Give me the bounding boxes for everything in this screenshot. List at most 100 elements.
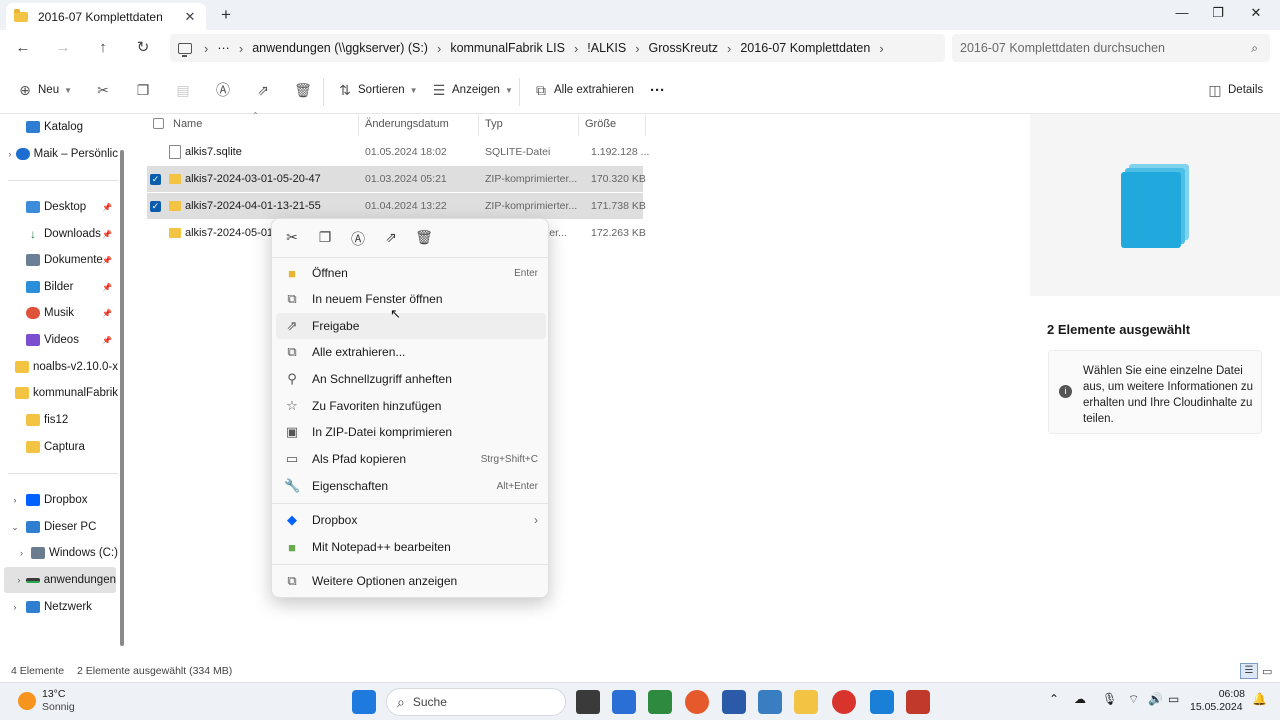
maximize-button[interactable]: ❐ xyxy=(1200,3,1236,23)
menu-item-open-new-window[interactable]: ⧉ In neuem Fenster öffnen xyxy=(276,286,546,312)
rename-icon[interactable]: Ⓐ xyxy=(348,229,368,249)
sidebar-item-dropbox[interactable]: › Dropbox xyxy=(0,487,118,513)
menu-item-add-favorites[interactable]: ☆ Zu Favoriten hinzufügen xyxy=(276,393,546,419)
share-button[interactable]: ⇗ xyxy=(254,80,272,100)
chevron-down-icon[interactable]: ⌄ xyxy=(8,522,22,533)
refresh-icon[interactable]: ↻ xyxy=(132,38,154,58)
sidebar-item-windows-c[interactable]: › Windows (C:) xyxy=(0,540,118,566)
weather-temp[interactable]: 13°C xyxy=(42,688,65,700)
app-icon[interactable] xyxy=(648,690,672,714)
menu-item-extract-all[interactable]: ⧉ Alle extrahieren... xyxy=(276,339,546,365)
paste-button[interactable]: ▤ xyxy=(174,80,192,100)
menu-item-open[interactable]: ■ Öffnen Enter xyxy=(276,260,546,286)
sidebar-item-downloads[interactable]: ↓ Downloads 📌 xyxy=(0,221,118,247)
cloud-icon[interactable]: ☁ xyxy=(1074,692,1086,706)
extract-all-button[interactable]: ⧉ Alle extrahieren xyxy=(532,80,634,100)
cut-button[interactable]: ✂ xyxy=(94,80,112,100)
tab-active[interactable]: 2016-07 Komplettdaten ✕ xyxy=(6,3,206,30)
notes-app-icon[interactable] xyxy=(758,690,782,714)
details-button[interactable]: ◫ Details xyxy=(1206,80,1263,100)
menu-item-properties[interactable]: 🔧 Eigenschaften Alt+Enter xyxy=(276,473,546,499)
new-button[interactable]: ⊕ Neu ▼ xyxy=(16,80,72,100)
sidebar-item-netzwerk[interactable]: › Netzwerk xyxy=(0,594,118,620)
weather-text[interactable]: Sonnig xyxy=(42,701,75,713)
store-icon[interactable] xyxy=(612,690,636,714)
chevron-right-icon[interactable]: › xyxy=(8,149,12,159)
close-button[interactable]: ✕ xyxy=(1238,3,1274,23)
sidebar-item-bilder[interactable]: Bilder 📌 xyxy=(0,274,118,300)
clock-date[interactable]: 15.05.2024 xyxy=(1190,701,1243,713)
windows-start-icon[interactable] xyxy=(352,690,376,714)
sidebar-item-musik[interactable]: Musik 📌 xyxy=(0,300,118,326)
tab-close-icon[interactable]: ✕ xyxy=(182,9,198,25)
table-row[interactable]: ✓ alkis7-2024-04-01-13-21-55 01.04.2024 … xyxy=(147,193,646,219)
breadcrumb-overflow[interactable]: ··· xyxy=(217,41,230,55)
file-explorer-icon[interactable] xyxy=(794,690,818,714)
details-view-icon[interactable]: ☰ xyxy=(1240,663,1258,679)
select-all-checkbox[interactable] xyxy=(153,118,164,129)
menu-item-more-options[interactable]: ⧉ Weitere Optionen anzeigen xyxy=(276,568,546,594)
sidebar-item-captura[interactable]: Captura xyxy=(0,434,118,460)
tiles-view-icon[interactable]: ▭ xyxy=(1262,665,1272,678)
row-checkbox[interactable]: ✓ xyxy=(150,173,161,185)
search-input[interactable]: 2016-07 Komplettdaten durchsuchen ⌕ xyxy=(952,34,1270,62)
sidebar-item-noalbs[interactable]: noalbs-v2.10.0-x xyxy=(0,354,118,380)
column-header-size[interactable]: Größe xyxy=(585,118,616,130)
column-divider[interactable] xyxy=(578,114,579,136)
vscode-icon[interactable] xyxy=(870,690,894,714)
table-row[interactable]: ✓ alkis7-2024-03-01-05-20-47 01.03.2024 … xyxy=(147,166,646,192)
task-view-icon[interactable] xyxy=(576,690,600,714)
microphone-icon[interactable]: 🎙 xyxy=(1102,692,1117,706)
column-header-date[interactable]: Änderungsdatum xyxy=(365,118,449,130)
taskbar-search[interactable]: ⌕ Suche xyxy=(386,688,566,716)
delete-button[interactable]: 🗑 xyxy=(294,80,312,100)
sun-icon[interactable] xyxy=(18,692,36,710)
up-icon[interactable]: ↑ xyxy=(92,38,114,58)
minimize-button[interactable]: — xyxy=(1164,3,1200,23)
more-button[interactable]: ··· xyxy=(650,80,665,100)
column-header-type[interactable]: Typ xyxy=(485,118,503,130)
forward-icon[interactable]: → xyxy=(52,38,74,58)
row-checkbox[interactable]: ✓ xyxy=(150,200,161,212)
sidebar-scrollbar[interactable] xyxy=(120,150,124,646)
back-icon[interactable]: ← xyxy=(12,38,34,58)
breadcrumb-item[interactable]: 2016-07 Komplettdaten xyxy=(740,41,870,55)
share-icon[interactable]: ⇗ xyxy=(381,229,401,249)
sidebar-item-dokumente[interactable]: Dokumente 📌 xyxy=(0,247,118,273)
breadcrumb-item[interactable]: anwendungen (\\ggkserver) (S:) xyxy=(252,41,428,55)
menu-item-share[interactable]: ⇗ Freigabe xyxy=(276,313,546,339)
wifi-icon[interactable]: ⌔ xyxy=(1128,692,1139,707)
firefox-icon[interactable] xyxy=(685,690,709,714)
copy-icon[interactable]: ❐ xyxy=(315,229,335,249)
menu-item-notepadpp[interactable]: ■ Mit Notepad++ bearbeiten xyxy=(276,534,546,560)
sidebar-item-kommunalfabrik[interactable]: kommunalFabrik xyxy=(0,380,118,406)
volume-icon[interactable]: 🔊 xyxy=(1148,692,1163,706)
chevron-right-icon[interactable]: › xyxy=(8,602,22,612)
sidebar-item-katalog[interactable]: Katalog xyxy=(0,114,118,140)
recording-app-icon[interactable] xyxy=(832,690,856,714)
rename-button[interactable]: Ⓐ xyxy=(214,80,232,100)
breadcrumb-item[interactable]: kommunalFabrik LIS xyxy=(450,41,565,55)
menu-item-compress-zip[interactable]: ▣ In ZIP-Datei komprimieren xyxy=(276,419,546,445)
sidebar-item-fis12[interactable]: fis12 xyxy=(0,407,118,433)
sidebar-item-anwendungen[interactable]: › anwendungen xyxy=(4,567,116,593)
address-bar[interactable]: › ··· › anwendungen (\\ggkserver) (S:) ›… xyxy=(170,34,945,62)
sort-button[interactable]: ⇅ Sortieren ▼ xyxy=(336,80,417,100)
column-divider[interactable] xyxy=(478,114,479,136)
notification-bell-icon[interactable]: 🔔 xyxy=(1252,692,1267,706)
copy-button[interactable]: ❐ xyxy=(134,80,152,100)
breadcrumb-item[interactable]: GrossKreutz xyxy=(649,41,718,55)
menu-item-copy-path[interactable]: ▭ Als Pfad kopieren Strg+Shift+C xyxy=(276,446,546,472)
view-button[interactable]: ☰ Anzeigen ▼ xyxy=(430,80,513,100)
column-divider[interactable] xyxy=(645,114,646,136)
sidebar-item-videos[interactable]: Videos 📌 xyxy=(0,327,118,353)
menu-item-pin-quick-access[interactable]: ⚲ An Schnellzugriff anheften xyxy=(276,366,546,392)
text-editor-icon[interactable] xyxy=(906,690,930,714)
column-divider[interactable] xyxy=(358,114,359,136)
trash-icon[interactable]: 🗑 xyxy=(414,229,434,249)
sidebar-item-onedrive[interactable]: › Maik – Persönlic xyxy=(0,141,118,167)
table-row[interactable]: alkis7.sqlite 01.05.2024 18:02 SQLITE-Da… xyxy=(147,139,649,165)
column-header-name[interactable]: Name xyxy=(173,118,202,130)
battery-icon[interactable]: ▭ xyxy=(1168,692,1179,706)
breadcrumb-item[interactable]: !ALKIS xyxy=(587,41,626,55)
